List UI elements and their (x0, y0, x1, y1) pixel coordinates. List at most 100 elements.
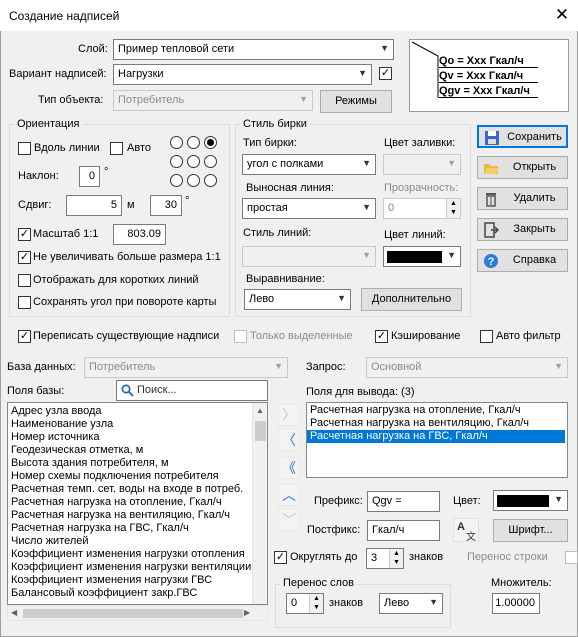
position-radio[interactable] (187, 136, 200, 149)
list-item[interactable]: Коэффициент изменения нагрузки вентиляци… (8, 561, 252, 574)
db-select[interactable]: Потребитель ▼ (84, 357, 288, 378)
list-item[interactable]: Коэффициент изменения нагрузки ГВС (8, 574, 252, 587)
position-radio[interactable] (187, 155, 200, 168)
auto-checkbox[interactable] (110, 142, 123, 155)
open-button[interactable]: Открыть (477, 156, 568, 179)
scroll-left-icon[interactable]: ◀ (11, 608, 17, 617)
list-item[interactable]: Балансовый коэффициент закр.ГВС (8, 587, 252, 600)
only-selected-label: Только выделенные (250, 330, 353, 342)
list-item[interactable]: Расчетная нагрузка на ГВС, Гкал/ч (307, 430, 565, 443)
position-radio[interactable] (170, 155, 183, 168)
scroll-up-icon[interactable]: ▲ (256, 406, 264, 415)
caching-checkbox[interactable]: ✓ (375, 330, 388, 343)
leader-select[interactable]: простая ▼ (242, 198, 376, 219)
multiplier-input[interactable]: 1.00000 (492, 593, 540, 614)
position-radio[interactable] (187, 174, 200, 187)
leader-label: Выносная линия: (246, 182, 334, 194)
db-fields-list[interactable]: Адрес узла ввода Наименование узла Номер и… (7, 402, 268, 605)
no-enlarge-checkbox[interactable]: ✓ (18, 251, 31, 264)
list-item[interactable]: Геодезическая отметка, м (8, 444, 252, 457)
color-swatch (387, 251, 442, 263)
list-item[interactable]: Расчетная нагрузка на ГВС, Гкал/ч (8, 522, 252, 535)
scrollbar[interactable]: ▲ (252, 403, 267, 604)
search-input[interactable]: Поиск... (116, 380, 268, 401)
list-item[interactable]: Адрес узла ввода (8, 405, 252, 418)
fill-color-select[interactable]: ▼ (383, 154, 461, 175)
tilt-input[interactable]: 0 (79, 166, 100, 187)
scroll-right-icon[interactable]: ▶ (244, 608, 250, 617)
spin-down-icon[interactable]: ▼ (446, 208, 460, 218)
move-all-left-button[interactable]: 《 (278, 457, 300, 479)
align-select[interactable]: Лево ▼ (244, 289, 351, 310)
spin-down-icon[interactable]: ▼ (309, 603, 323, 613)
move-left-button[interactable]: 〈 (278, 429, 300, 451)
object-type-select[interactable]: Потребитель ▼ (113, 90, 313, 111)
delete-button[interactable]: Удалить (477, 187, 568, 210)
move-down-button[interactable]: ﹀ (278, 509, 300, 531)
overwrite-checkbox[interactable]: ✓ (18, 330, 31, 343)
wrap-align-select[interactable]: Лево ▼ (379, 593, 443, 614)
only-selected-checkbox[interactable] (234, 330, 247, 343)
tag-type-select[interactable]: угол с полками ▼ (242, 154, 376, 175)
list-item[interactable]: Наименование узла (8, 418, 252, 431)
list-item[interactable]: Расчетная нагрузка на вентиляцию, Гкал/ч (8, 509, 252, 522)
layer-select[interactable]: Пример тепловой сети ▼ (113, 39, 394, 60)
chevron-down-icon: ▼ (447, 158, 456, 168)
save-icon (485, 131, 499, 145)
variant-checkbox[interactable]: ✓ (379, 67, 392, 80)
line-style-select[interactable]: ▼ (242, 246, 376, 267)
position-radio[interactable] (204, 174, 217, 187)
keep-angle-checkbox[interactable] (18, 296, 31, 309)
list-item[interactable]: Расчетная нагрузка на отопление, Гкал/ч (307, 404, 565, 417)
list-item[interactable]: Число жителей (8, 535, 252, 548)
transparency-spinner[interactable]: 0 ▲ ▼ (383, 198, 461, 219)
font-button[interactable]: Шрифт... (493, 519, 568, 542)
move-up-button[interactable]: ︿ (278, 484, 300, 506)
help-button[interactable]: ? Справка (477, 249, 568, 272)
postfix-input[interactable]: Гкал/ч (367, 520, 440, 541)
scale-input[interactable]: 803.09 (113, 224, 166, 245)
spin-down-icon[interactable]: ▼ (389, 558, 403, 568)
show-short-checkbox[interactable] (18, 274, 31, 287)
preview-line: Qgv = Xxx Гкал/ч (439, 85, 538, 98)
round-checkbox[interactable]: ✓ (274, 551, 287, 564)
scale-checkbox[interactable]: ✓ (18, 228, 31, 241)
m-unit: м (127, 199, 135, 211)
scroll-thumb[interactable] (23, 609, 243, 618)
horizontal-scrollbar[interactable]: ◀ ▶ (7, 605, 268, 621)
move-right-button[interactable]: 〉 (278, 404, 300, 426)
more-button[interactable]: Дополнительно (361, 288, 462, 311)
save-button[interactable]: Сохранить (477, 125, 568, 148)
list-item[interactable]: Коэффициент изменения нагрузки отопления (8, 548, 252, 561)
position-radio[interactable] (204, 155, 217, 168)
list-item[interactable]: Номер схемы подключения потребителя (8, 470, 252, 483)
variant-select[interactable]: Нагрузки ▼ (113, 64, 372, 85)
list-item[interactable]: Номер источника (8, 431, 252, 444)
round-spinner[interactable]: 3 ▲ ▼ (366, 548, 404, 569)
close-button[interactable]: Закрыть (477, 218, 568, 241)
chevron-down-icon: ▼ (554, 494, 563, 504)
scroll-thumb[interactable] (255, 421, 266, 441)
shift-deg-input[interactable]: 30 (150, 195, 182, 216)
auto-filter-checkbox[interactable] (480, 330, 493, 343)
text-color-select[interactable]: ▼ (493, 490, 568, 511)
shift-m-input[interactable]: 5 (66, 195, 122, 216)
along-line-checkbox[interactable] (18, 142, 31, 155)
list-item[interactable]: Расчетная темп. сет. воды на входе в пот… (8, 483, 252, 496)
wrap-spinner[interactable]: 0 ▲ ▼ (286, 593, 324, 614)
output-fields-list[interactable]: Расчетная нагрузка на отопление, Гкал/ч Р… (306, 402, 568, 478)
position-radio[interactable] (170, 136, 183, 149)
query-select[interactable]: Основной ▼ (366, 357, 568, 378)
chevron-down-icon: ▼ (274, 361, 283, 371)
close-icon[interactable]: ✕ (549, 3, 575, 27)
prefix-input[interactable]: Qgv = (367, 491, 440, 512)
list-item[interactable]: Расчетная нагрузка на отопление, Гкал/ч (8, 496, 252, 509)
translate-icon[interactable]: A 文 (453, 518, 479, 543)
wrap-line-checkbox[interactable] (565, 551, 578, 564)
position-radio[interactable] (170, 174, 183, 187)
list-item[interactable]: Расчетная нагрузка на вентиляцию, Гкал/ч (307, 417, 565, 430)
list-item[interactable]: Высота здания потребителя, м (8, 457, 252, 470)
modes-button[interactable]: Режимы (320, 90, 392, 113)
line-color-select[interactable]: ▼ (383, 246, 461, 267)
position-radio[interactable] (204, 136, 217, 149)
